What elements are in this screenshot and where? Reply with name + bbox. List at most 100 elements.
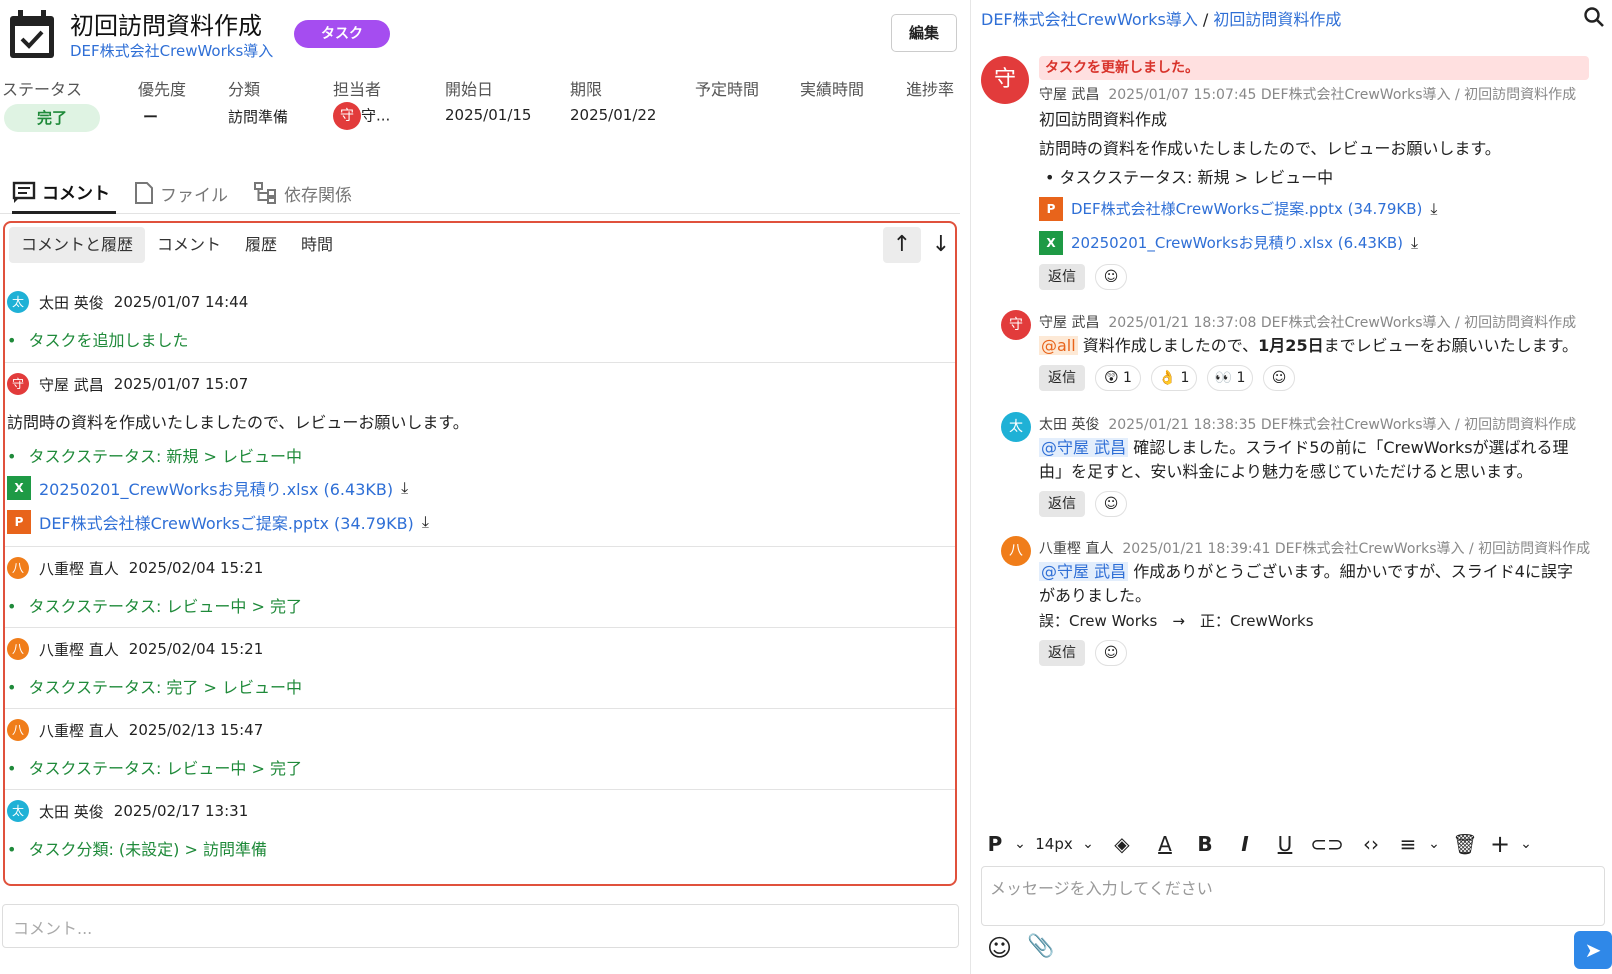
task-properties: ステータス 優先度 分類 担当者 開始日 期限 予定時間 実績時間 進捗率 完了… [0, 74, 970, 134]
chevron-down-icon[interactable]: ⌄ [1515, 826, 1537, 862]
file-icon [135, 182, 153, 204]
author-name: 守屋 武昌 [1039, 315, 1100, 331]
attachment-xlsx: X 20250201_CrewWorksお見積り.xlsx (6.43KB) ⤓ [7, 476, 408, 500]
tab-dependencies-label: 依存関係 [284, 185, 352, 206]
main-tabs: コメント ファイル 依存関係 [0, 172, 960, 214]
add-reaction-button[interactable]: ☺ [1095, 264, 1127, 290]
mention-all[interactable]: @all [1039, 336, 1078, 355]
code-icon[interactable]: ‹› [1349, 826, 1393, 862]
reply-button[interactable]: 返信 [1039, 365, 1085, 391]
history-change: タスク分類: (未設定) > 訪問準備 [7, 836, 267, 860]
avatar: 太 [7, 291, 29, 313]
task-link[interactable]: 初回訪問資料作成 [1039, 108, 1167, 132]
reply-button[interactable]: 返信 [1039, 491, 1085, 517]
comment-text: 訪問時の資料を作成いたしましたので、レビューお願いします。 [7, 413, 469, 432]
breadcrumb-project-link[interactable]: DEF株式会社CrewWorks導入 [981, 10, 1198, 29]
reply-button[interactable]: 返信 [1039, 640, 1085, 666]
subtab-comments[interactable]: コメント [145, 227, 233, 263]
underline-icon[interactable]: U [1265, 826, 1305, 862]
subtab-comments-and-history[interactable]: コメントと履歴 [9, 227, 146, 263]
download-icon[interactable]: ⤓ [1411, 231, 1418, 255]
align-icon[interactable]: ≡ [1393, 826, 1423, 862]
message-body: @守屋 武昌 作成ありがとうございます。細かいですが、スライド4に誤字 [1039, 560, 1573, 584]
excel-file-icon: X [1039, 231, 1063, 255]
reaction-ok[interactable]: 👌 1 [1151, 365, 1197, 391]
prop-header-planned: 予定時間 [695, 80, 760, 99]
message-meta: 八重樫 直人 2025/01/21 18:39:41 DEF株式会社CrewWo… [1039, 538, 1590, 558]
comment-input[interactable]: コメント... [2, 904, 959, 948]
attachment-link[interactable]: DEF株式会社様CrewWorksご提案.pptx (34.79KB) [1071, 197, 1422, 221]
message-meta: 太田 英俊 2025/01/21 18:38:35 DEF株式会社CrewWor… [1039, 414, 1576, 434]
status-badge[interactable]: 完了 [4, 104, 100, 132]
link-icon[interactable]: ⊂⊃ [1305, 826, 1349, 862]
fill-color-icon[interactable]: ◈ [1099, 826, 1145, 862]
message-input[interactable]: メッセージを入力してください [981, 866, 1605, 926]
history-change: タスクステータス: レビュー中 > 完了 [7, 755, 302, 779]
attachment-link[interactable]: 20250201_CrewWorksお見積り.xlsx (6.43KB) [39, 476, 393, 500]
task-project-link[interactable]: DEF株式会社CrewWorks導入 [70, 40, 273, 61]
add-reaction-button[interactable]: ☺ [1095, 640, 1127, 666]
breadcrumb-task-link[interactable]: 初回訪問資料作成 [1213, 10, 1341, 29]
arrow-down-icon: ↓ [931, 232, 951, 257]
paperclip-icon[interactable]: 📎 [1027, 934, 1054, 959]
emoji-icon[interactable]: ☺ [987, 934, 1012, 962]
edit-button[interactable]: 編集 [891, 14, 957, 52]
tab-comment[interactable]: コメント [12, 172, 116, 214]
sort-descending-button[interactable]: ↓ [929, 227, 953, 263]
avatar: 太 [1001, 412, 1031, 442]
message-bold-text: 1月25日 [1258, 336, 1324, 355]
reaction-eyes[interactable]: 👀 1 [1207, 365, 1253, 391]
priority-value[interactable]: ー [143, 106, 158, 127]
add-reaction-button[interactable]: ☺ [1095, 491, 1127, 517]
sort-ascending-button[interactable]: ↑ [883, 227, 921, 263]
start-date-value[interactable]: 2025/01/15 [445, 106, 531, 124]
download-icon[interactable]: ⤓ [1430, 197, 1437, 221]
subtab-time[interactable]: 時間 [289, 227, 345, 263]
mention-user[interactable]: @守屋 武昌 [1039, 438, 1129, 457]
attachment-link[interactable]: DEF株式会社様CrewWorksご提案.pptx (34.79KB) [39, 510, 414, 534]
tab-dependencies[interactable]: 依存関係 [254, 172, 352, 214]
send-button[interactable]: ➤ [1574, 931, 1612, 969]
history-entry: 八 八重樫 直人 2025/02/13 15:47 タスクステータス: レビュー… [5, 709, 955, 790]
history-change: タスクステータス: レビュー中 > 完了 [7, 593, 302, 617]
calendar-check-icon [10, 10, 54, 58]
message-text: までレビューをお願いいたします。 [1323, 336, 1578, 355]
attachment-link[interactable]: 20250201_CrewWorksお見積り.xlsx (6.43KB) [1071, 231, 1403, 255]
arrow-up-icon: ↑ [892, 232, 912, 257]
font-size-dropdown[interactable]: 14px [1031, 826, 1077, 862]
author-name: 八重樫 直人 [39, 640, 119, 659]
chevron-down-icon[interactable]: ⌄ [1423, 826, 1445, 862]
author-name: 守屋 武昌 [1039, 87, 1100, 103]
add-reaction-button[interactable]: ☺ [1263, 365, 1295, 391]
message-text: 誤：Crew Works → 正：CrewWorks [1039, 612, 1314, 630]
avatar: 八 [7, 638, 29, 660]
timestamp: 2025/01/07 15:07:45 DEF株式会社CrewWorks導入 /… [1108, 87, 1577, 103]
mention-user[interactable]: @守屋 武昌 [1039, 562, 1129, 581]
prop-header-start: 開始日 [445, 80, 494, 99]
download-icon[interactable]: ⤓ [401, 478, 408, 498]
download-icon[interactable]: ⤓ [422, 512, 429, 532]
history-entry-header: 八 八重樫 直人 2025/02/13 15:47 [7, 719, 263, 741]
tab-file-label: ファイル [160, 185, 228, 206]
text-color-icon[interactable]: A [1145, 826, 1185, 862]
trash-icon[interactable]: 🗑 [1445, 826, 1485, 862]
reply-button[interactable]: 返信 [1039, 264, 1085, 290]
message-text: 作成ありがとうございます。細かいですが、スライド4に誤字 [1133, 562, 1573, 581]
paragraph-style-dropdown[interactable]: P [981, 826, 1009, 862]
assignee-value[interactable]: 守守... [333, 102, 390, 130]
bold-icon[interactable]: B [1185, 826, 1225, 862]
due-date-value[interactable]: 2025/01/22 [570, 106, 656, 124]
search-icon[interactable] [1583, 6, 1605, 28]
avatar: 守 [1001, 310, 1031, 340]
chevron-down-icon[interactable]: ⌄ [1077, 826, 1099, 862]
category-value[interactable]: 訪問準備 [228, 106, 288, 127]
subtab-history[interactable]: 履歴 [233, 227, 289, 263]
plus-icon[interactable]: + [1485, 826, 1515, 862]
italic-icon[interactable]: I [1225, 826, 1265, 862]
reaction-surprised[interactable]: 😲 1 [1095, 365, 1141, 391]
prop-header-assignee: 担当者 [333, 80, 382, 99]
author-name: 太田 英俊 [1039, 417, 1100, 433]
tab-file[interactable]: ファイル [134, 172, 228, 214]
chevron-down-icon[interactable]: ⌄ [1009, 826, 1031, 862]
message-text: 確認しました。スライド5の前に「CrewWorksが選ばれる理 [1133, 438, 1569, 457]
